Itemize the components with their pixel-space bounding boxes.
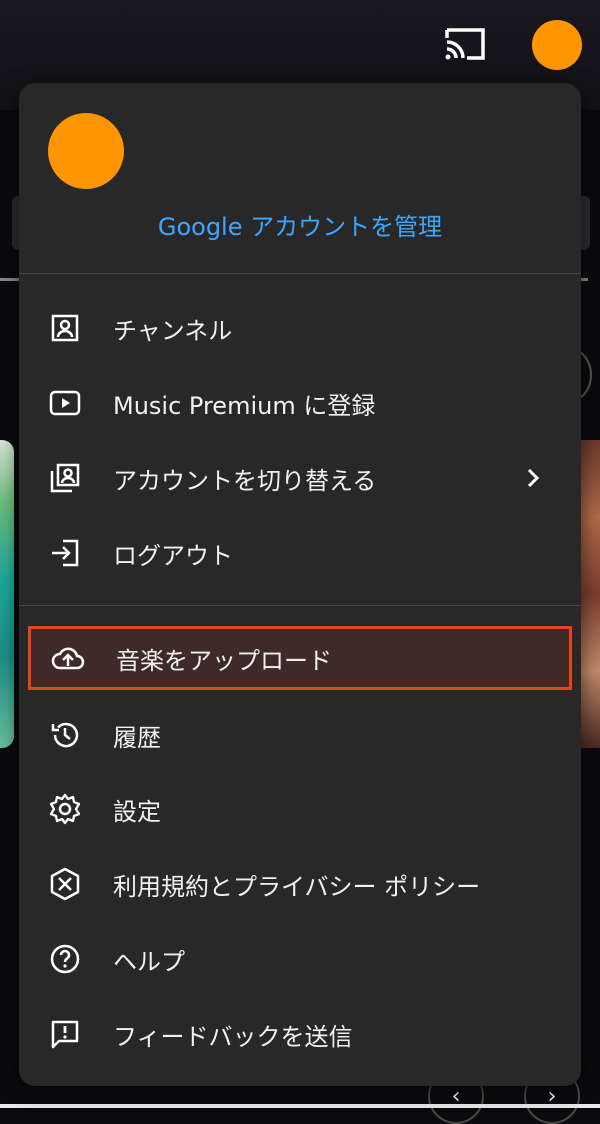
manage-google-account-link[interactable]: Google アカウントを管理 bbox=[19, 207, 581, 242]
help-icon bbox=[47, 941, 83, 977]
menu-item-logout[interactable]: ログアウト bbox=[19, 518, 581, 588]
menu-item-channel[interactable]: チャンネル bbox=[19, 293, 581, 363]
bg-thumbnail-right bbox=[580, 440, 600, 748]
menu-item-music-premium[interactable]: Music Premium に登録 bbox=[19, 368, 581, 438]
menu-item-history[interactable]: 履歴 bbox=[19, 700, 581, 770]
menu-item-label: アカウントを切り替える bbox=[113, 466, 377, 495]
cast-icon bbox=[443, 26, 487, 62]
chevron-right-icon bbox=[521, 466, 545, 490]
menu-item-upload-music[interactable]: 音楽をアップロード bbox=[28, 626, 572, 690]
terms-privacy-icon bbox=[47, 866, 83, 902]
menu-item-label: フィードバックを送信 bbox=[113, 1022, 353, 1051]
menu-item-help[interactable]: ヘルプ bbox=[19, 924, 581, 994]
switch-account-icon bbox=[47, 460, 83, 496]
logout-icon bbox=[47, 535, 83, 571]
menu-item-label: 履歴 bbox=[113, 723, 161, 752]
menu-item-switch-account[interactable]: アカウントを切り替える bbox=[19, 443, 581, 513]
premium-icon bbox=[47, 385, 83, 421]
menu-item-label: 設定 bbox=[113, 797, 161, 826]
divider bbox=[19, 605, 581, 606]
menu-item-label: チャンネル bbox=[113, 316, 233, 345]
bg-thumbnail-left bbox=[0, 440, 14, 748]
menu-item-label: Music Premium に登録 bbox=[113, 391, 376, 420]
account-menu: Google アカウントを管理 チャンネル Music Premium に登録 bbox=[19, 83, 581, 1086]
account-avatar-button[interactable] bbox=[532, 20, 582, 70]
bg-divider-left bbox=[0, 278, 20, 281]
channel-icon bbox=[47, 310, 83, 346]
menu-item-feedback[interactable]: フィードバックを送信 bbox=[19, 999, 581, 1069]
menu-item-terms-privacy[interactable]: 利用規約とプライバシー ポリシー bbox=[19, 849, 581, 919]
menu-item-label: ログアウト bbox=[113, 541, 233, 570]
bottom-bar bbox=[0, 1104, 600, 1108]
menu-item-label: ヘルプ bbox=[113, 947, 185, 976]
cast-button[interactable] bbox=[440, 22, 490, 66]
menu-item-settings[interactable]: 設定 bbox=[19, 774, 581, 844]
feedback-icon bbox=[47, 1016, 83, 1052]
upload-cloud-icon bbox=[50, 640, 86, 676]
menu-avatar bbox=[48, 113, 124, 189]
menu-item-label: 利用規約とプライバシー ポリシー bbox=[113, 872, 481, 901]
history-icon bbox=[47, 717, 83, 753]
settings-icon bbox=[47, 791, 83, 827]
menu-item-label: 音楽をアップロード bbox=[116, 646, 332, 675]
divider bbox=[19, 273, 581, 274]
